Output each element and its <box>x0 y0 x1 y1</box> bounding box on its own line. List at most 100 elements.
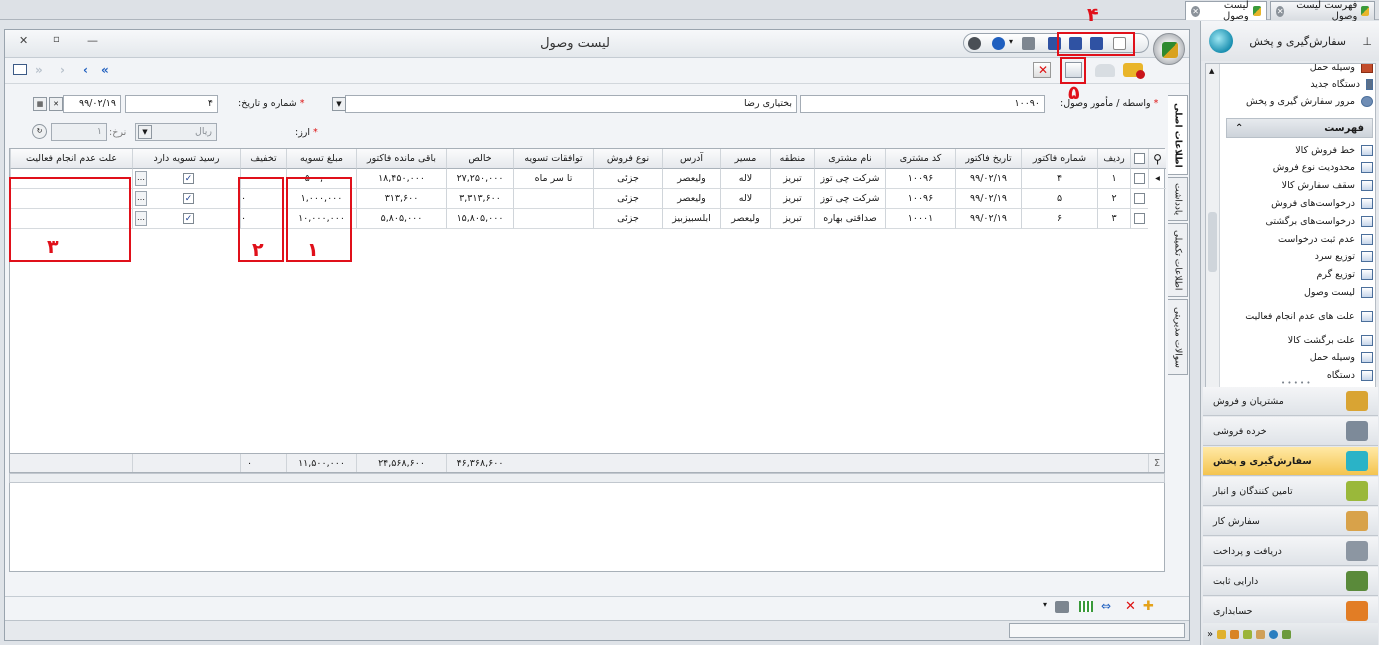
col-receipt[interactable]: رسید تسویه دارد <box>132 149 240 169</box>
help-icon[interactable] <box>992 37 1005 50</box>
dropdown-arrow-icon[interactable]: ▾ <box>1009 37 1017 50</box>
configure-buttons-icon[interactable]: » <box>1207 629 1213 640</box>
cell-invoice-no[interactable]: ۴ <box>1021 169 1097 189</box>
cell-settlement[interactable]: تا سر ماه <box>513 169 593 189</box>
cell-region[interactable]: تبریز <box>770 209 814 229</box>
cell-radif[interactable]: ۱ <box>1097 169 1130 189</box>
nav-item-new-device[interactable]: دستگاه جدید <box>1222 76 1375 92</box>
cell-remaining[interactable]: ۵,۸۰۵,۰۰۰ <box>356 209 446 229</box>
delete-record-icon[interactable]: ✕ <box>1033 62 1051 78</box>
alert-folder-icon[interactable] <box>1123 63 1145 79</box>
restore-window-button[interactable]: ▫ <box>53 34 60 45</box>
doc-tab-receipt-list[interactable]: لیست وصول ✕ <box>1185 0 1267 22</box>
cell-radif[interactable]: ۲ <box>1097 189 1130 209</box>
cell-sale-type[interactable]: جزئی <box>593 169 662 189</box>
col-remaining[interactable]: باقی مانده فاکتور <box>356 149 446 169</box>
nav-list-scrollbar[interactable]: ▲ ▼ <box>1206 64 1220 396</box>
cell-invoice-date[interactable]: ۹۹/۰۲/۱۹ <box>955 209 1021 229</box>
cell-address[interactable]: ابلسبیزبیز <box>662 209 720 229</box>
cloud-icon[interactable] <box>1095 64 1115 77</box>
cell-sale-type[interactable]: جزئی <box>593 189 662 209</box>
rate-input[interactable]: ۱ <box>51 123 107 141</box>
module-button[interactable]: حسابداری <box>1203 597 1378 626</box>
cell-customer-code[interactable]: ۱۰۰۰۱ <box>885 209 955 229</box>
pin-icon[interactable]: ⊥ <box>1362 35 1372 48</box>
nav-item-transport[interactable]: وسیله حمل <box>1222 64 1375 75</box>
close-window-button[interactable]: ✕ <box>19 34 28 47</box>
cell-net[interactable]: ۱۵,۸۰۵,۰۰۰ <box>446 209 513 229</box>
col-settle-amount[interactable]: مبلغ تسویه <box>286 149 356 169</box>
receipt-checkbox[interactable]: ✓ <box>183 173 194 184</box>
footer-module-icon[interactable] <box>1217 629 1227 639</box>
cell-net[interactable]: ۲۷,۲۵۰,۰۰۰ <box>446 169 513 189</box>
col-net[interactable]: خالص <box>446 149 513 169</box>
cell-region[interactable]: تبریز <box>770 189 814 209</box>
cell-invoice-no[interactable]: ۶ <box>1021 209 1097 229</box>
nav-list-item[interactable]: خط فروش کالا <box>1222 142 1375 158</box>
module-button[interactable]: دریافت و پرداخت <box>1203 537 1378 566</box>
col-region[interactable]: منطقه <box>770 149 814 169</box>
cell-customer-name[interactable]: شرکت چی توز <box>814 169 885 189</box>
print-icon[interactable] <box>1022 37 1035 50</box>
nav-list-item[interactable]: علت های عدم انجام فعالیت <box>1222 302 1375 330</box>
nav-item-overview[interactable]: مرور سفارش گیری و پخش <box>1222 93 1375 109</box>
cell-remaining[interactable]: ۱۸,۴۵۰,۰۰۰ <box>356 169 446 189</box>
print-grid-icon[interactable] <box>1055 601 1069 613</box>
col-invoice-no[interactable]: شماره فاکتور <box>1021 149 1097 169</box>
cell-radif[interactable]: ۳ <box>1097 209 1130 229</box>
nav-list-item[interactable]: لیست وصول <box>1222 284 1375 300</box>
agent-code-input[interactable]: ۱۰۰۹۰ <box>800 95 1045 113</box>
cell-customer-code[interactable]: ۱۰۰۹۶ <box>885 189 955 209</box>
nav-list-item[interactable]: درخواست‌های فروش <box>1222 195 1375 211</box>
cell-route[interactable]: لاله <box>720 189 770 209</box>
module-button[interactable]: خرده فروشی <box>1203 417 1378 446</box>
receipt-details-button[interactable]: … <box>135 171 147 186</box>
close-tab-icon[interactable]: ✕ <box>1191 5 1201 17</box>
row-select-checkbox[interactable] <box>1130 169 1148 189</box>
receipt-details-button[interactable]: … <box>135 211 147 226</box>
module-button[interactable]: مشتریان و فروش <box>1203 387 1378 416</box>
module-button[interactable]: سفارش کار <box>1203 507 1378 536</box>
cell-customer-name[interactable]: صداقتی بهاره <box>814 209 885 229</box>
cell-route[interactable]: لاله <box>720 169 770 189</box>
side-tab-extra-info[interactable]: اطلاعات تکمیلی <box>1168 223 1188 297</box>
col-address[interactable]: آدرس <box>662 149 720 169</box>
print-dropdown-icon[interactable]: ▾ <box>1043 600 1047 609</box>
cell-receipt[interactable]: ✓… <box>132 209 240 229</box>
grid-search-icon[interactable]: ⚲ <box>1148 149 1166 169</box>
table-row[interactable]: ۳ ۶ ۹۹/۰۲/۱۹ ۱۰۰۰۱ صداقتی بهاره تبریز ولیعصر اب… <box>10 209 1166 229</box>
nav-list-item[interactable]: توزیع سرد <box>1222 249 1375 265</box>
cell-settlement[interactable] <box>513 189 593 209</box>
nav-list-item[interactable]: درخواست‌های برگشتی <box>1222 213 1375 229</box>
columns-icon[interactable] <box>1079 601 1093 612</box>
footer-module-icon[interactable] <box>1243 629 1253 639</box>
cell-sale-type[interactable]: جزئی <box>593 209 662 229</box>
cell-route[interactable]: ولیعصر <box>720 209 770 229</box>
grid-view-icon[interactable] <box>13 64 27 75</box>
footer-module-icon[interactable] <box>1256 629 1266 639</box>
splitter-grip[interactable]: • • • • • <box>1281 379 1311 387</box>
nav-next-button[interactable]: ‹ <box>83 63 88 77</box>
close-tab-icon[interactable]: ✕ <box>1276 5 1285 17</box>
nav-last-button[interactable]: « <box>101 63 109 77</box>
agent-name-input[interactable]: بختیاری رضا <box>345 95 797 113</box>
col-reason[interactable]: علت عدم انجام فعالیت <box>10 149 132 169</box>
scroll-thumb[interactable] <box>1208 212 1217 272</box>
col-sale-type[interactable]: نوع فروش <box>593 149 662 169</box>
cell-address[interactable]: ولیعصر <box>662 169 720 189</box>
table-row[interactable]: ◂ ۱ ۴ ۹۹/۰۲/۱۹ ۱۰۰۹۶ شرکت چی توز تبریز لاله ولیع… <box>10 169 1166 189</box>
nav-list-item[interactable]: توزیع گرم <box>1222 267 1375 283</box>
agent-dropdown-arrow[interactable]: ▼ <box>332 97 346 111</box>
nav-section-list[interactable]: فهرست ⌃ <box>1226 118 1373 138</box>
row-select-checkbox[interactable] <box>1130 189 1148 209</box>
nav-list-item[interactable]: عدم ثبت درخواست <box>1222 231 1375 247</box>
side-tab-main-info[interactable]: اطلاعات اصلی <box>1168 95 1188 175</box>
collapse-section-icon[interactable]: ⌃ <box>1235 123 1243 134</box>
currency-dropdown-arrow[interactable]: ▼ <box>138 125 152 139</box>
col-settlement[interactable]: توافقات تسویه <box>513 149 593 169</box>
fit-columns-icon[interactable]: ⇔ <box>1101 599 1111 613</box>
cell-invoice-date[interactable]: ۹۹/۰۲/۱۹ <box>955 189 1021 209</box>
col-invoice-date[interactable]: تاریخ فاکتور <box>955 149 1021 169</box>
module-button[interactable]: تامین کنندگان و انبار <box>1203 477 1378 506</box>
clear-date-icon[interactable]: ✕ <box>49 97 63 111</box>
